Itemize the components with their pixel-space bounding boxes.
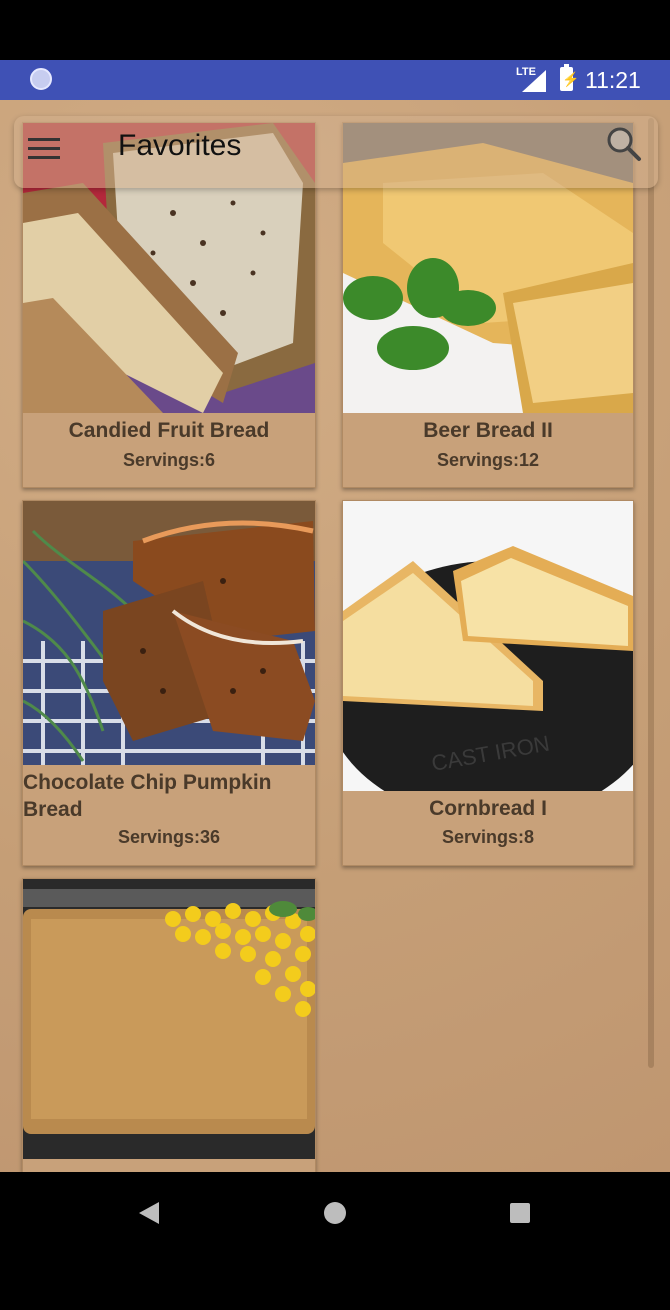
recipe-image — [23, 501, 315, 765]
notification-icon — [30, 68, 52, 90]
app-toolbar: Favorites — [14, 116, 658, 188]
recipe-card[interactable] — [22, 878, 316, 1172]
recipe-name: Candied Fruit Bread — [68, 419, 270, 442]
search-icon[interactable] — [606, 126, 642, 162]
recipe-card[interactable]: CAST IRON Cornbread I Servings:8 — [342, 500, 634, 866]
recipe-servings: Servings:36 — [117, 827, 221, 847]
hamburger-menu-icon[interactable] — [28, 138, 60, 162]
page-title: Favorites — [118, 129, 242, 162]
recipe-name: Beer Bread II — [423, 419, 553, 442]
favorites-screen[interactable]: Favorites Candied Fruit Bread Servings:6 — [0, 100, 670, 1172]
recent-apps-icon[interactable] — [510, 1203, 530, 1223]
recipe-servings: Servings:6 — [122, 450, 216, 470]
status-bar: LTE ⚡ 11:21 — [0, 60, 670, 100]
signal-icon — [522, 70, 546, 92]
clock: 11:21 — [585, 67, 641, 93]
recipe-servings: Servings:8 — [441, 827, 535, 847]
recipe-servings: Servings:12 — [436, 450, 540, 470]
back-icon[interactable] — [139, 1202, 159, 1224]
navigation-bar — [0, 1172, 670, 1252]
battery-charging-icon: ⚡ — [560, 64, 579, 91]
recipe-card[interactable]: Chocolate Chip Pumpkin Bread Servings:36 — [22, 500, 316, 866]
recipe-image — [23, 879, 315, 1159]
recipe-name: Chocolate Chip Pumpkin Bread — [23, 771, 272, 821]
scrollbar[interactable] — [648, 118, 654, 1068]
home-icon[interactable] — [324, 1202, 346, 1224]
recipe-name: Cornbread I — [429, 797, 547, 820]
recipe-image: CAST IRON — [343, 501, 633, 791]
